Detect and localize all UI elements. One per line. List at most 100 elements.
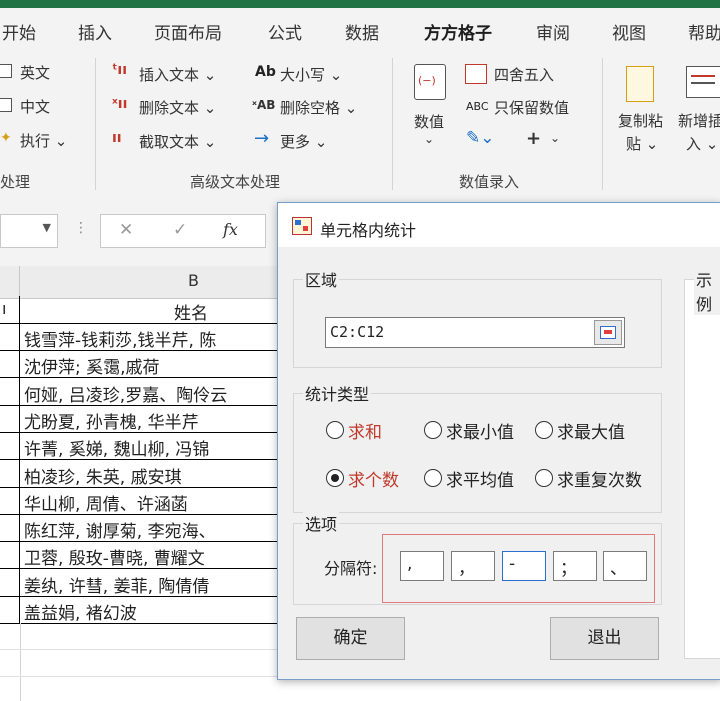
exit-button[interactable]: 退出 xyxy=(550,617,659,660)
cell-name[interactable]: 柏凌珍, 朱英, 戚安琪 xyxy=(24,463,182,488)
table-row: 钱雪萍-钱莉莎,钱半芹, 陈 xyxy=(0,323,300,351)
star-icon: ✦ xyxy=(0,130,12,146)
cell-name[interactable]: 陈红萍, 谢厚菊, 李宛海、 xyxy=(24,517,216,542)
delete-text-button[interactable]: 删除文本 ⌄ xyxy=(139,97,216,118)
column-header-b[interactable]: B xyxy=(20,266,311,299)
cell-name[interactable]: 卫蓉, 殷玫-曹晓, 曹耀文 xyxy=(24,544,205,569)
separator-input-4[interactable]: ； xyxy=(553,551,597,581)
cell-a[interactable] xyxy=(0,350,20,378)
cell-a[interactable] xyxy=(0,596,20,623)
option-sum-label[interactable]: 求和 xyxy=(348,418,382,443)
fx-icon[interactable]: fx xyxy=(223,220,238,239)
group-divider xyxy=(95,58,96,190)
table-row: 华山柳, 周倩、许涵菡 xyxy=(0,486,300,515)
cell-a[interactable] xyxy=(0,541,20,569)
cell-a[interactable] xyxy=(0,568,20,596)
cell-a[interactable] xyxy=(0,323,20,350)
options-label: 选项 xyxy=(303,511,340,535)
ok-button[interactable]: 确定 xyxy=(296,617,405,660)
tab-data[interactable]: 数据 xyxy=(345,19,379,44)
table-row: 尤盼夏, 孙青槐, 华半芹 xyxy=(0,404,300,433)
number-big-button[interactable]: 数值 xyxy=(414,111,444,132)
cell-a-header[interactable]: ı xyxy=(0,296,20,323)
cell-name[interactable]: 沈伊萍; 奚霭,戚荷 xyxy=(24,353,160,378)
new-insert-button-line2[interactable]: 入 ⌄ xyxy=(686,133,718,154)
cell-name[interactable]: 钱雪萍-钱莉莎,钱半芹, 陈 xyxy=(24,326,216,351)
range-select-button[interactable] xyxy=(594,320,622,345)
separator-input-2[interactable]: ， xyxy=(451,551,495,581)
name-box[interactable]: ▼ xyxy=(0,214,58,248)
tab-insert[interactable]: 插入 xyxy=(78,19,112,44)
radio-sum[interactable] xyxy=(326,421,344,439)
execute-button[interactable]: 执行 ⌄ xyxy=(20,130,67,151)
cancel-icon[interactable]: ✕ xyxy=(119,220,133,240)
more-button[interactable]: 更多 ⌄ xyxy=(280,131,327,152)
table-row: 卫蓉, 殷玫-曹晓, 曹耀文 xyxy=(0,541,300,570)
chevron-down-icon[interactable]: ⌄ xyxy=(424,132,434,146)
range-input[interactable]: C2:C12 xyxy=(325,317,625,348)
cell-name[interactable]: 许菁, 奚娣, 魏山柳, 冯锦 xyxy=(24,435,209,460)
separator-input-5[interactable]: 、 xyxy=(603,551,647,581)
new-insert-button[interactable]: 新增插 xyxy=(678,110,720,131)
delete-space-button[interactable]: 删除空格 ⌄ xyxy=(280,97,357,118)
tab-home[interactable]: 开始 xyxy=(2,19,36,44)
cell-name[interactable]: 盖益娟, 褚幻波 xyxy=(24,599,137,624)
option-min-label[interactable]: 求最小值 xyxy=(446,418,514,443)
insert-text-icon: ᵗıı xyxy=(112,62,128,78)
cell-a[interactable] xyxy=(0,377,20,405)
cell-name[interactable]: 何娅, 吕凌珍,罗嘉、陶伶云 xyxy=(24,381,227,406)
cell-a[interactable] xyxy=(0,514,20,542)
chinese-button[interactable]: 中文 xyxy=(20,96,50,117)
header-name[interactable]: 姓名 xyxy=(174,299,208,324)
round-button[interactable]: 四舍五入 xyxy=(494,64,554,85)
cell-a[interactable] xyxy=(0,459,20,487)
chevron-down-icon[interactable]: ▼ xyxy=(43,221,51,234)
checkbox-chinese[interactable] xyxy=(0,98,12,112)
copy-paste-button-line2[interactable]: 贴 ⌄ xyxy=(626,133,658,154)
enter-icon[interactable]: ✓ xyxy=(173,220,187,240)
chevron-down-icon[interactable]: ⌄ xyxy=(550,131,560,145)
cell-a[interactable] xyxy=(0,404,20,432)
cell-name[interactable]: 姜纨, 许彗, 姜菲, 陶倩倩 xyxy=(24,572,209,597)
table-header-row: ı 姓名 xyxy=(0,296,300,324)
case-button[interactable]: 大小写 ⌄ xyxy=(280,64,342,85)
more-options-icon[interactable]: ⋮ xyxy=(74,220,88,236)
keep-number-button[interactable]: 只保留数值 xyxy=(494,97,569,118)
option-average-label[interactable]: 求平均值 xyxy=(446,466,514,491)
cell-name[interactable]: 华山柳, 周倩、许涵菡 xyxy=(24,490,188,515)
table-row: 许菁, 奚娣, 魏山柳, 冯锦 xyxy=(0,432,300,461)
tab-view[interactable]: 视图 xyxy=(612,19,646,44)
cell-a[interactable] xyxy=(0,486,20,514)
radio-max[interactable] xyxy=(535,421,553,439)
tab-fangfanggezi[interactable]: 方方格子 xyxy=(424,19,492,44)
insert-text-button[interactable]: 插入文本 ⌄ xyxy=(139,64,216,85)
edit-icon[interactable]: ✎⌄ xyxy=(466,128,495,148)
ribbon-tabs: 开始 插入 页面布局 公式 数据 方方格子 审阅 视图 帮助 xyxy=(0,8,720,58)
option-max-label[interactable]: 求最大值 xyxy=(557,418,625,443)
tab-page-layout[interactable]: 页面布局 xyxy=(154,19,222,44)
column-header-a[interactable] xyxy=(0,266,20,299)
radio-average[interactable] xyxy=(424,469,442,487)
tab-formulas[interactable]: 公式 xyxy=(268,19,302,44)
extract-text-button[interactable]: 截取文本 ⌄ xyxy=(139,131,216,152)
english-button[interactable]: 英文 xyxy=(20,62,50,83)
separator-input-3[interactable]: - xyxy=(502,551,546,581)
copy-paste-button[interactable]: 复制粘 xyxy=(618,110,663,131)
radio-repeat[interactable] xyxy=(535,469,553,487)
plus-button[interactable]: + xyxy=(526,128,541,149)
radio-count[interactable] xyxy=(326,469,344,487)
extract-text-icon: ıı xyxy=(112,130,122,146)
checkbox-english[interactable] xyxy=(0,64,12,78)
cell-a[interactable] xyxy=(0,432,20,460)
radio-min[interactable] xyxy=(424,421,442,439)
dialog-titlebar[interactable]: 单元格内统计 xyxy=(278,203,720,247)
stat-type-group xyxy=(293,393,662,513)
table-row: 姜纨, 许彗, 姜菲, 陶倩倩 xyxy=(0,568,300,597)
separator-input-1[interactable]: , xyxy=(400,551,444,581)
cell-name[interactable]: 尤盼夏, 孙青槐, 华半芹 xyxy=(24,408,199,433)
option-repeat-label[interactable]: 求重复次数 xyxy=(557,466,642,491)
tab-help[interactable]: 帮助 xyxy=(688,19,720,44)
tab-review[interactable]: 审阅 xyxy=(536,19,570,44)
option-count-label[interactable]: 求个数 xyxy=(348,466,399,491)
table-row: 柏凌珍, 朱英, 戚安琪 xyxy=(0,459,300,488)
